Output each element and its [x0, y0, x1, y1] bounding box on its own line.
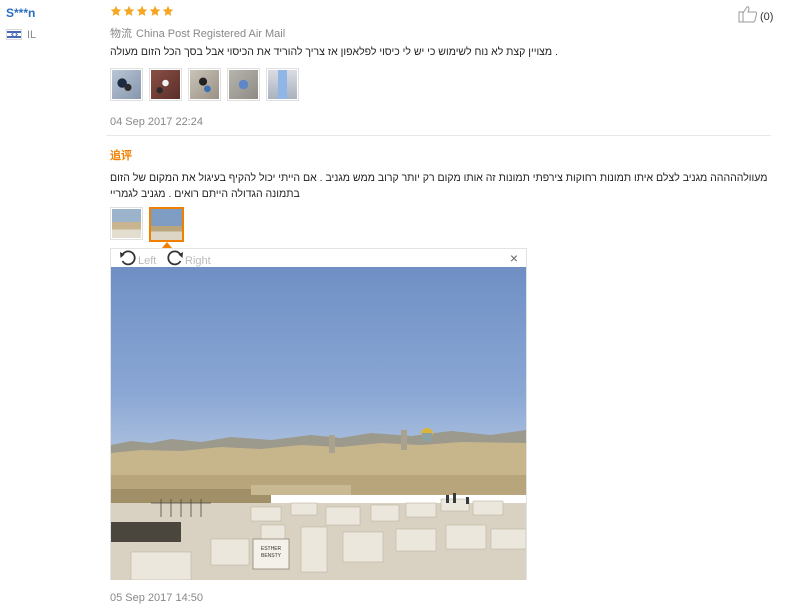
review-photo-thumbnail[interactable]: [227, 68, 260, 101]
logistics-label: 物流: [110, 28, 132, 40]
helpful-count: (0): [760, 10, 774, 23]
reviewer-country: IL: [27, 29, 37, 41]
followup-text-line-1: מעוולההההה מגניב לצלם איתו תמונות רחוקות…: [110, 172, 768, 184]
close-viewer-button[interactable]: ×: [510, 251, 518, 265]
rating-stars: [110, 5, 174, 17]
enlarged-review-photo: ESTHER BENSTY: [111, 267, 526, 580]
star-icon: [136, 5, 148, 17]
followup-text-line-2: בתמונה הגדולה הייתם רואים . מגניב לגמריי: [110, 188, 300, 200]
logistics-info: 物流 China Post Registered Air Mail: [110, 25, 285, 41]
reviewer-name: S***n: [6, 6, 36, 20]
star-icon: [162, 5, 174, 17]
rotate-left-label: Left: [138, 254, 157, 267]
followup-label: 追评: [110, 150, 132, 162]
review-photo-thumbnail[interactable]: [110, 68, 143, 101]
followup-date: 05 Sep 2017 14:50: [110, 592, 203, 604]
thumbs-up-icon: [738, 5, 758, 28]
image-viewer-toolbar: Left Right ×: [111, 249, 526, 267]
rotate-right-label: Right: [185, 254, 211, 267]
review-text: . מצויין קצת לא נוח לשימוש כי יש לי כיסו…: [110, 46, 558, 58]
review-date: 04 Sep 2017 22:24: [110, 116, 203, 128]
photo-sign-line-2: BENSTY: [261, 553, 282, 559]
review-photo-thumbnail[interactable]: [149, 68, 182, 101]
followup-photo-thumbnail-selected[interactable]: [149, 207, 184, 242]
image-viewer: Left Right × ESTHER BENSTY: [110, 248, 527, 580]
followup-photo-thumbnail[interactable]: [110, 207, 143, 240]
star-icon: [123, 5, 135, 17]
review-photo-thumbnail[interactable]: [266, 68, 299, 101]
israel-flag-icon: [6, 29, 22, 40]
helpful-button[interactable]: (0): [738, 5, 773, 28]
logistics-value: China Post Registered Air Mail: [136, 28, 286, 40]
star-icon: [110, 5, 122, 17]
review-photo-thumbnail[interactable]: [188, 68, 221, 101]
star-icon: [149, 5, 161, 17]
photo-sign-line-1: ESTHER: [261, 546, 282, 552]
divider: [106, 135, 771, 136]
